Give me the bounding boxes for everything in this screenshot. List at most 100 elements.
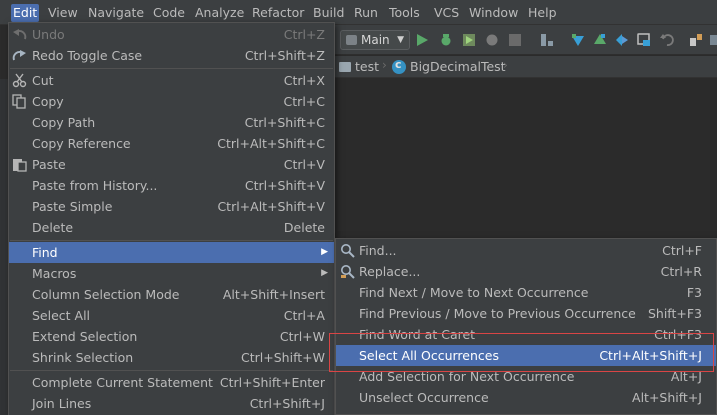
submenu-item-label: Replace... <box>359 264 421 279</box>
vcs-update-icon[interactable] <box>571 33 585 47</box>
menu-item-label: Join Lines <box>32 396 92 411</box>
breadcrumb-separator-icon: › <box>382 58 387 72</box>
submenu-arrow-icon: ▶ <box>321 268 328 278</box>
annotation-highlight-box <box>329 333 714 372</box>
menu-vcs[interactable]: VCS <box>432 4 461 22</box>
menu-item-label: Redo Toggle Case <box>32 48 143 63</box>
menu-item-column-selection-mode[interactable]: Column Selection Mode Alt+Shift+Insert <box>9 284 334 305</box>
menu-item-find[interactable]: Find ▶ <box>9 242 334 263</box>
class-icon <box>392 58 406 74</box>
shortcut-label: Alt+Shift+J <box>632 390 702 405</box>
menu-separator <box>10 68 333 69</box>
main-toolbar: Main ▼ <box>335 25 717 55</box>
copy-icon <box>12 94 26 109</box>
menu-refactor[interactable]: Refactor <box>250 4 306 22</box>
menu-item-label: Paste <box>32 157 66 172</box>
submenu-item-label: Find Previous / Move to Previous Occurre… <box>359 306 636 321</box>
menu-edit[interactable]: Edit <box>11 4 40 22</box>
menu-item-complete-current-statement[interactable]: Complete Current Statement Ctrl+Shift+En… <box>9 372 334 393</box>
edit-menu: Undo Ctrl+Z Redo Toggle Case Ctrl+Shift+… <box>8 22 335 415</box>
menu-window[interactable]: Window <box>467 4 520 22</box>
breadcrumb-bigdecimaltest[interactable]: BigDecimalTest <box>410 59 506 75</box>
menu-separator <box>10 240 333 241</box>
menu-item-copy-reference[interactable]: Copy Reference Ctrl+Alt+Shift+C <box>9 133 334 154</box>
menu-item-label: Select All <box>32 308 91 323</box>
debug-icon[interactable] <box>439 33 453 47</box>
shortcut-label: Ctrl+X <box>283 73 325 88</box>
menu-item-paste-simple[interactable]: Paste Simple Ctrl+Alt+Shift+V <box>9 196 334 217</box>
submenu-item-find-next[interactable]: Find Next / Move to Next Occurrence F3 <box>336 282 716 303</box>
menu-item-label: Paste from History... <box>32 178 158 193</box>
menu-item-label: Copy <box>32 94 64 109</box>
settings-icon[interactable] <box>689 33 703 47</box>
menu-item-copy[interactable]: Copy Ctrl+C <box>9 91 334 112</box>
menu-item-paste[interactable]: Paste Ctrl+V <box>9 154 334 175</box>
paste-icon <box>13 159 27 172</box>
menu-run[interactable]: Run <box>352 4 380 22</box>
menu-view[interactable]: View <box>46 4 80 22</box>
menu-tools[interactable]: Tools <box>387 4 422 22</box>
menu-item-paste-from-history[interactable]: Paste from History... Ctrl+Shift+V <box>9 175 334 196</box>
history-icon[interactable] <box>637 33 651 47</box>
menu-item-label: Find <box>32 245 58 260</box>
compare-icon[interactable] <box>615 33 629 47</box>
shortcut-label: Ctrl+V <box>283 157 325 172</box>
run-configuration-select[interactable]: Main ▼ <box>340 30 410 50</box>
folder-icon <box>339 62 351 72</box>
run-icon[interactable] <box>415 33 429 47</box>
menu-separator <box>10 370 333 371</box>
submenu-item-replace[interactable]: Replace... Ctrl+R <box>336 261 716 282</box>
shortcut-label: Ctrl+Alt+Shift+C <box>217 136 325 151</box>
menu-item-redo[interactable]: Redo Toggle Case Ctrl+Shift+Z <box>9 45 334 66</box>
menu-item-label: Undo <box>32 27 65 42</box>
menu-item-label: Macros <box>32 266 77 281</box>
menu-item-label: Complete Current Statement <box>32 375 213 390</box>
menu-item-copy-path[interactable]: Copy Path Ctrl+Shift+C <box>9 112 334 133</box>
menu-item-label: Cut <box>32 73 54 88</box>
menu-item-delete[interactable]: Delete Delete <box>9 217 334 238</box>
shortcut-label: Ctrl+W <box>279 329 325 344</box>
menu-analyze[interactable]: Analyze <box>193 4 246 22</box>
shortcut-label: Ctrl+C <box>283 94 325 109</box>
menu-item-macros[interactable]: Macros ▶ <box>9 263 334 284</box>
shortcut-label: Ctrl+Shift+J <box>249 396 325 411</box>
menu-navigate[interactable]: Navigate <box>86 4 146 22</box>
editor-gutter <box>0 79 8 415</box>
shortcut-label: Ctrl+Shift+Enter <box>219 375 325 390</box>
menu-item-select-all[interactable]: Select All Ctrl+A <box>9 305 334 326</box>
breadcrumb-separator-icon: › <box>503 58 508 72</box>
menu-item-cut[interactable]: Cut Ctrl+X <box>9 70 334 91</box>
menu-item-label: Shrink Selection <box>32 350 134 365</box>
project-structure-icon[interactable] <box>540 33 554 47</box>
menu-item-label: Column Selection Mode <box>32 287 180 302</box>
submenu-item-find[interactable]: Find... Ctrl+F <box>336 240 716 261</box>
shortcut-label: F3 <box>686 285 702 300</box>
shortcut-label: Delete <box>283 220 325 235</box>
shortcut-label: Ctrl+R <box>660 264 702 279</box>
breadcrumb-test[interactable]: test <box>355 59 379 75</box>
run-config-label: Main <box>361 33 390 47</box>
menu-item-undo[interactable]: Undo Ctrl+Z <box>9 24 334 45</box>
menu-item-shrink-selection[interactable]: Shrink Selection Ctrl+Shift+W <box>9 347 334 368</box>
submenu-item-find-previous[interactable]: Find Previous / Move to Previous Occurre… <box>336 303 716 324</box>
vcs-commit-icon[interactable] <box>593 33 607 47</box>
revert-icon[interactable] <box>660 33 674 47</box>
submenu-item-unselect-occurrence[interactable]: Unselect Occurrence Alt+Shift+J <box>336 387 716 408</box>
sdk-icon[interactable] <box>709 33 717 47</box>
replace-icon <box>341 265 355 279</box>
menu-item-label: Extend Selection <box>32 329 138 344</box>
profiler-icon[interactable] <box>485 33 499 47</box>
menu-help[interactable]: Help <box>526 4 559 22</box>
coverage-icon[interactable] <box>462 33 476 47</box>
submenu-item-label: Find Next / Move to Next Occurrence <box>359 285 589 300</box>
menu-item-label: Paste Simple <box>32 199 113 214</box>
menu-item-join-lines[interactable]: Join Lines Ctrl+Shift+J <box>9 393 334 414</box>
submenu-item-label: Find... <box>359 243 397 258</box>
stop-icon[interactable] <box>508 33 522 47</box>
menu-build[interactable]: Build <box>311 4 346 22</box>
menu-item-extend-selection[interactable]: Extend Selection Ctrl+W <box>9 326 334 347</box>
chevron-down-icon: ▼ <box>397 35 404 45</box>
menu-code[interactable]: Code <box>151 4 187 22</box>
submenu-arrow-icon: ▶ <box>321 247 328 257</box>
shortcut-label: Ctrl+A <box>283 308 325 323</box>
